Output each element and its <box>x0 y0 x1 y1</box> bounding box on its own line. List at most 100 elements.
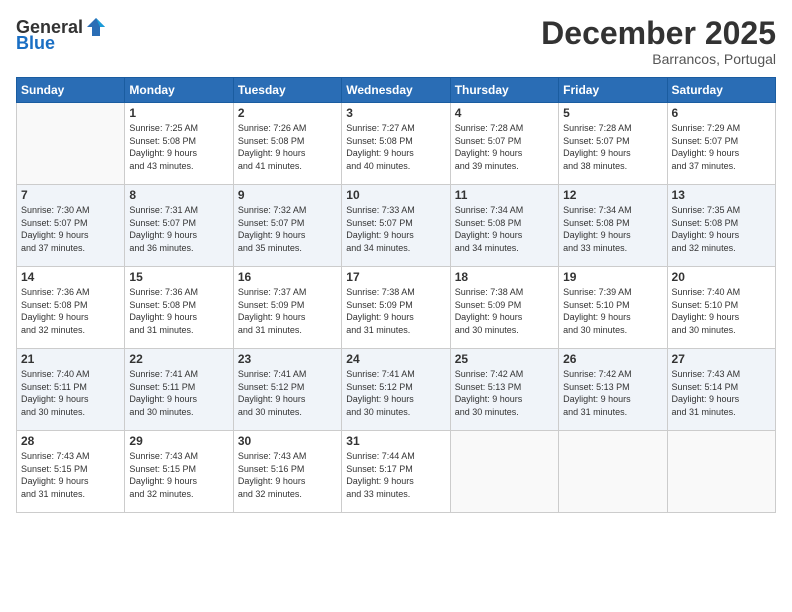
calendar-header-sunday: Sunday <box>17 78 125 103</box>
day-info: Sunrise: 7:36 AM Sunset: 5:08 PM Dayligh… <box>129 286 228 336</box>
calendar-cell: 12Sunrise: 7:34 AM Sunset: 5:08 PM Dayli… <box>559 185 667 267</box>
day-info: Sunrise: 7:40 AM Sunset: 5:11 PM Dayligh… <box>21 368 120 418</box>
day-info: Sunrise: 7:27 AM Sunset: 5:08 PM Dayligh… <box>346 122 445 172</box>
calendar-cell: 4 Sunrise: 7:28 AM Sunset: 5:07 PM Daylig… <box>450 103 558 185</box>
day-info: Sunrise: 7:39 AM Sunset: 5:10 PM Dayligh… <box>563 286 662 336</box>
calendar-cell: 25Sunrise: 7:42 AM Sunset: 5:13 PM Dayli… <box>450 349 558 431</box>
day-info: Sunrise: 7:41 AM Sunset: 5:11 PM Dayligh… <box>129 368 228 418</box>
calendar-cell <box>559 431 667 513</box>
calendar-cell: 22 Sunrise: 7:41 AM Sunset: 5:11 PM Dayli… <box>125 349 233 431</box>
day-info: Sunrise: 7:35 AM Sunset: 5:08 PM Dayligh… <box>672 204 771 254</box>
calendar-cell: 2 Sunrise: 7:26 AM Sunset: 5:08 PM Daylig… <box>233 103 341 185</box>
title-block: December 2025 Barrancos, Portugal <box>541 16 776 67</box>
day-info: Sunrise: 7:32 AM Sunset: 5:07 PM Dayligh… <box>238 204 337 254</box>
day-info: Sunrise: 7:38 AM Sunset: 5:09 PM Dayligh… <box>346 286 445 336</box>
day-number: 11 <box>455 188 554 202</box>
day-info: Sunrise: 7:38 AM Sunset: 5:09 PM Dayligh… <box>455 286 554 336</box>
day-number: 16 <box>238 270 337 284</box>
calendar-cell: 21 Sunrise: 7:40 AM Sunset: 5:11 PM Dayli… <box>17 349 125 431</box>
calendar-cell: 23 Sunrise: 7:41 AM Sunset: 5:12 PM Dayli… <box>233 349 341 431</box>
day-info: Sunrise: 7:43 AM Sunset: 5:14 PM Dayligh… <box>672 368 771 418</box>
calendar-cell: 20 Sunrise: 7:40 AM Sunset: 5:10 PM Dayli… <box>667 267 775 349</box>
calendar-cell: 15 Sunrise: 7:36 AM Sunset: 5:08 PM Dayli… <box>125 267 233 349</box>
day-info: Sunrise: 7:28 AM Sunset: 5:07 PM Dayligh… <box>455 122 554 172</box>
calendar-cell: 11 Sunrise: 7:34 AM Sunset: 5:08 PM Dayli… <box>450 185 558 267</box>
day-number: 15 <box>129 270 228 284</box>
day-number: 23 <box>238 352 337 366</box>
day-number: 21 <box>21 352 120 366</box>
calendar-header-saturday: Saturday <box>667 78 775 103</box>
day-number: 20 <box>672 270 771 284</box>
day-info: Sunrise: 7:41 AM Sunset: 5:12 PM Dayligh… <box>238 368 337 418</box>
page-header: General Blue December 2025 Barrancos, Po… <box>16 16 776 67</box>
day-number: 26 <box>563 352 662 366</box>
calendar-cell: 1Sunrise: 7:25 AM Sunset: 5:08 PM Daylig… <box>125 103 233 185</box>
calendar-cell: 17Sunrise: 7:38 AM Sunset: 5:09 PM Dayli… <box>342 267 450 349</box>
calendar-cell: 8Sunrise: 7:31 AM Sunset: 5:07 PM Daylig… <box>125 185 233 267</box>
logo: General Blue <box>16 16 107 52</box>
calendar-cell: 29 Sunrise: 7:43 AM Sunset: 5:15 PM Dayli… <box>125 431 233 513</box>
calendar-week-row: 1Sunrise: 7:25 AM Sunset: 5:08 PM Daylig… <box>17 103 776 185</box>
day-info: Sunrise: 7:34 AM Sunset: 5:08 PM Dayligh… <box>455 204 554 254</box>
month-title: December 2025 <box>541 16 776 51</box>
calendar-header-friday: Friday <box>559 78 667 103</box>
calendar-cell: 19Sunrise: 7:39 AM Sunset: 5:10 PM Dayli… <box>559 267 667 349</box>
day-info: Sunrise: 7:43 AM Sunset: 5:15 PM Dayligh… <box>129 450 228 500</box>
calendar-cell: 10 Sunrise: 7:33 AM Sunset: 5:07 PM Dayli… <box>342 185 450 267</box>
calendar-cell: 18 Sunrise: 7:38 AM Sunset: 5:09 PM Dayli… <box>450 267 558 349</box>
calendar-cell: 28Sunrise: 7:43 AM Sunset: 5:15 PM Dayli… <box>17 431 125 513</box>
day-number: 6 <box>672 106 771 120</box>
calendar-header-row: SundayMondayTuesdayWednesdayThursdayFrid… <box>17 78 776 103</box>
day-number: 29 <box>129 434 228 448</box>
day-number: 31 <box>346 434 445 448</box>
calendar-week-row: 14 Sunrise: 7:36 AM Sunset: 5:08 PM Dayli… <box>17 267 776 349</box>
day-number: 24 <box>346 352 445 366</box>
day-number: 22 <box>129 352 228 366</box>
day-info: Sunrise: 7:28 AM Sunset: 5:07 PM Dayligh… <box>563 122 662 172</box>
calendar-cell: 26 Sunrise: 7:42 AM Sunset: 5:13 PM Dayli… <box>559 349 667 431</box>
day-number: 30 <box>238 434 337 448</box>
day-number: 9 <box>238 188 337 202</box>
day-info: Sunrise: 7:26 AM Sunset: 5:08 PM Dayligh… <box>238 122 337 172</box>
day-number: 14 <box>21 270 120 284</box>
day-number: 13 <box>672 188 771 202</box>
day-number: 18 <box>455 270 554 284</box>
day-info: Sunrise: 7:36 AM Sunset: 5:08 PM Dayligh… <box>21 286 120 336</box>
calendar-cell: 5 Sunrise: 7:28 AM Sunset: 5:07 PM Daylig… <box>559 103 667 185</box>
calendar-cell: 31 Sunrise: 7:44 AM Sunset: 5:17 PM Dayli… <box>342 431 450 513</box>
page-container: General Blue December 2025 Barrancos, Po… <box>0 0 792 612</box>
calendar-cell: 24Sunrise: 7:41 AM Sunset: 5:12 PM Dayli… <box>342 349 450 431</box>
day-info: Sunrise: 7:42 AM Sunset: 5:13 PM Dayligh… <box>455 368 554 418</box>
day-info: Sunrise: 7:34 AM Sunset: 5:08 PM Dayligh… <box>563 204 662 254</box>
day-info: Sunrise: 7:40 AM Sunset: 5:10 PM Dayligh… <box>672 286 771 336</box>
calendar-cell: 13 Sunrise: 7:35 AM Sunset: 5:08 PM Dayli… <box>667 185 775 267</box>
day-number: 2 <box>238 106 337 120</box>
day-info: Sunrise: 7:44 AM Sunset: 5:17 PM Dayligh… <box>346 450 445 500</box>
calendar-header-monday: Monday <box>125 78 233 103</box>
calendar-cell <box>450 431 558 513</box>
calendar-cell: 30 Sunrise: 7:43 AM Sunset: 5:16 PM Dayli… <box>233 431 341 513</box>
day-number: 3 <box>346 106 445 120</box>
calendar-cell: 27Sunrise: 7:43 AM Sunset: 5:14 PM Dayli… <box>667 349 775 431</box>
calendar-week-row: 28 Sunrise: 7:43 AM Sunset: 5:15 PM Dayli… <box>17 431 776 513</box>
logo-blue: Blue <box>16 34 55 52</box>
day-number: 8 <box>129 188 228 202</box>
location-subtitle: Barrancos, Portugal <box>541 51 776 67</box>
calendar-cell <box>667 431 775 513</box>
day-info: Sunrise: 7:33 AM Sunset: 5:07 PM Dayligh… <box>346 204 445 254</box>
calendar-cell: 14 Sunrise: 7:36 AM Sunset: 5:08 PM Dayli… <box>17 267 125 349</box>
day-number: 5 <box>563 106 662 120</box>
calendar-cell: 3 Sunrise: 7:27 AM Sunset: 5:08 PM Daylig… <box>342 103 450 185</box>
day-info: Sunrise: 7:25 AM Sunset: 5:08 PM Dayligh… <box>129 122 228 172</box>
day-number: 28 <box>21 434 120 448</box>
calendar-cell: 6Sunrise: 7:29 AM Sunset: 5:07 PM Daylig… <box>667 103 775 185</box>
day-number: 10 <box>346 188 445 202</box>
day-info: Sunrise: 7:42 AM Sunset: 5:13 PM Dayligh… <box>563 368 662 418</box>
day-info: Sunrise: 7:43 AM Sunset: 5:16 PM Dayligh… <box>238 450 337 500</box>
calendar-cell: 9 Sunrise: 7:32 AM Sunset: 5:07 PM Daylig… <box>233 185 341 267</box>
day-number: 4 <box>455 106 554 120</box>
day-info: Sunrise: 7:30 AM Sunset: 5:07 PM Dayligh… <box>21 204 120 254</box>
calendar-header-tuesday: Tuesday <box>233 78 341 103</box>
day-number: 7 <box>21 188 120 202</box>
calendar-table: SundayMondayTuesdayWednesdayThursdayFrid… <box>16 77 776 513</box>
